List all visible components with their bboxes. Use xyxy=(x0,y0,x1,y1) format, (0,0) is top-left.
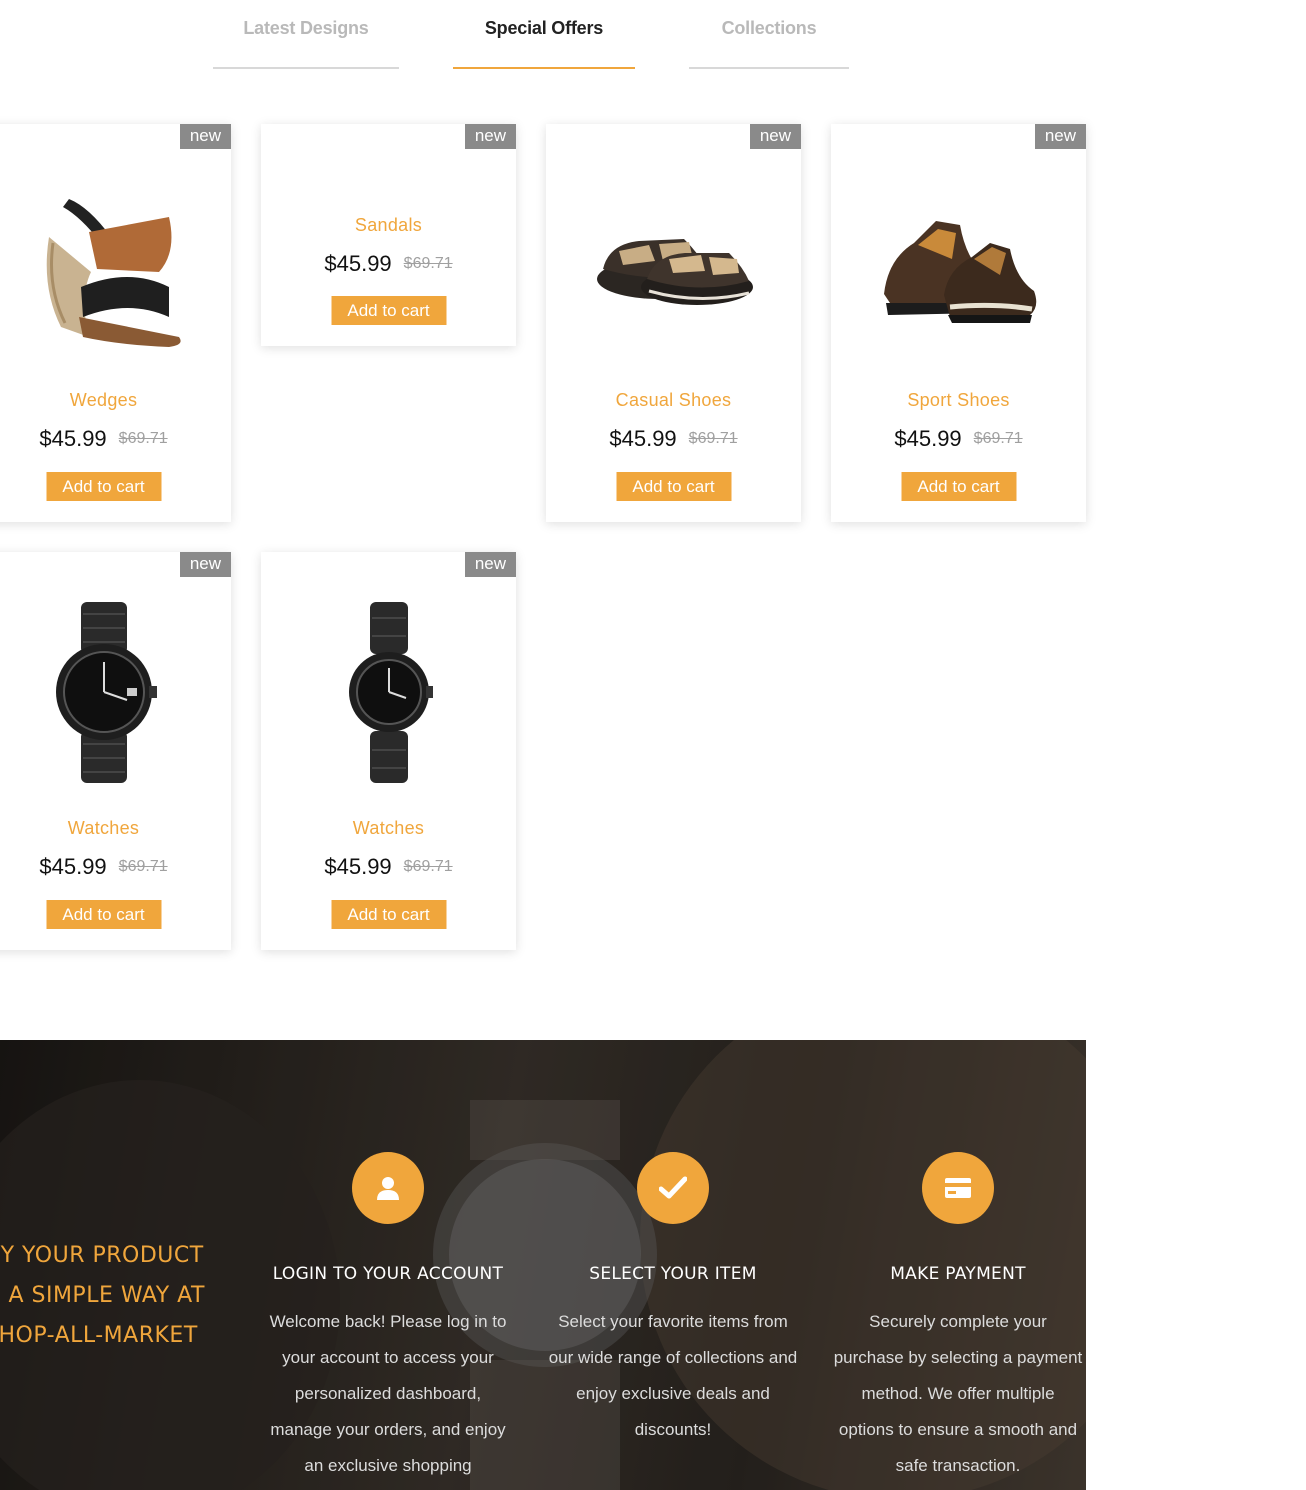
user-icon xyxy=(377,1177,399,1200)
how-it-works-banner: UY YOUR PRODUCT N A SIMPLE WAY AT SHOP-A… xyxy=(0,1040,1086,1490)
new-badge: new xyxy=(749,124,801,149)
step-title: LOGIN TO YOUR ACCOUNT xyxy=(272,1264,504,1284)
step-login: LOGIN TO YOUR ACCOUNT Welcome back! Plea… xyxy=(263,1152,513,1484)
price-row: $45.99 $69.71 xyxy=(261,854,516,880)
new-badge: new xyxy=(1034,124,1086,149)
old-price: $69.71 xyxy=(403,858,453,875)
tab-latest-designs[interactable]: Latest Designs xyxy=(213,0,399,69)
price-row: $45.99 $69.71 xyxy=(0,426,231,452)
step-icon-circle xyxy=(352,1152,424,1224)
tab-collections[interactable]: Collections xyxy=(689,0,849,69)
current-price: $45.99 xyxy=(609,426,677,451)
watch-image[interactable] xyxy=(0,592,231,792)
current-price: $45.99 xyxy=(324,854,392,879)
banner-title-line: SHOP-ALL-MARKET xyxy=(0,1323,198,1348)
old-price: $69.71 xyxy=(118,430,168,447)
price-row: $45.99 $69.71 xyxy=(261,251,516,277)
current-price: $45.99 xyxy=(39,426,107,451)
old-price: $69.71 xyxy=(118,858,168,875)
new-badge: new xyxy=(464,552,516,577)
step-description: Select your favorite items from our wide… xyxy=(548,1312,798,1439)
wedge-sandal-image[interactable] xyxy=(0,164,231,364)
check-icon xyxy=(659,1176,687,1199)
price-row: $45.99 $69.71 xyxy=(831,426,1086,452)
step-description: Welcome back! Please log in to your acco… xyxy=(269,1312,507,1475)
old-price: $69.71 xyxy=(973,430,1023,447)
current-price: $45.99 xyxy=(39,854,107,879)
step-title: MAKE PAYMENT xyxy=(890,1264,1026,1284)
product-card-sandals[interactable]: new Sandals $45.99 $69.71 Add to cart xyxy=(261,124,516,346)
current-price: $45.99 xyxy=(894,426,962,451)
product-card-casual-shoes[interactable]: new Casual Shoes $45.99 $69.71 Add to car… xyxy=(546,124,801,522)
add-to-cart-button[interactable]: Add to cart xyxy=(331,900,446,929)
product-name[interactable]: Watches xyxy=(0,818,231,839)
step-icon-circle xyxy=(637,1152,709,1224)
old-price: $69.71 xyxy=(403,255,453,272)
current-price: $45.99 xyxy=(324,251,392,276)
tab-underline xyxy=(213,67,399,69)
add-to-cart-button[interactable]: Add to cart xyxy=(46,900,161,929)
credit-card-icon xyxy=(945,1178,971,1198)
tab-label: Special Offers xyxy=(484,18,604,38)
add-to-cart-button[interactable]: Add to cart xyxy=(46,472,161,501)
tab-underline xyxy=(453,67,635,69)
add-to-cart-button[interactable]: Add to cart xyxy=(901,472,1016,501)
banner-title: UY YOUR PRODUCT N A SIMPLE WAY AT SHOP-A… xyxy=(0,1236,234,1356)
banner-title-line: UY YOUR PRODUCT xyxy=(0,1243,204,1268)
old-price: $69.71 xyxy=(688,430,738,447)
step-select-item: SELECT YOUR ITEM Select your favorite it… xyxy=(548,1152,798,1448)
product-card-wedges[interactable]: new Wedges $45.99 $69.71 Add to cart xyxy=(0,124,231,522)
step-make-payment: MAKE PAYMENT Securely complete your purc… xyxy=(833,1152,1083,1484)
product-name[interactable]: Wedges xyxy=(0,390,231,411)
product-name[interactable]: Casual Shoes xyxy=(546,390,801,411)
tab-underline xyxy=(689,67,849,69)
tab-special-offers[interactable]: Special Offers xyxy=(453,0,635,69)
new-badge: new xyxy=(179,124,231,149)
product-name[interactable]: Sandals xyxy=(261,215,516,236)
step-icon-circle xyxy=(922,1152,994,1224)
sport-shoe-image[interactable] xyxy=(831,164,1086,364)
watch-image[interactable] xyxy=(261,592,516,792)
step-title: SELECT YOUR ITEM xyxy=(589,1264,757,1284)
add-to-cart-button[interactable]: Add to cart xyxy=(331,296,446,325)
page: Latest Designs Special Offers Collection… xyxy=(0,0,1306,1490)
product-card-watches[interactable]: new Watches $45.99 $69.71 Add to cart xyxy=(261,552,516,950)
product-name[interactable]: Watches xyxy=(261,818,516,839)
casual-sandal-image[interactable] xyxy=(546,164,801,364)
banner-title-line: N A SIMPLE WAY AT xyxy=(0,1283,205,1308)
product-name[interactable]: Sport Shoes xyxy=(831,390,1086,411)
product-card-sport-shoes[interactable]: new Sport Shoes $45.99 $69.71 Add to cart xyxy=(831,124,1086,522)
price-row: $45.99 $69.71 xyxy=(0,854,231,880)
tab-label: Latest Designs xyxy=(243,18,369,38)
add-to-cart-button[interactable]: Add to cart xyxy=(616,472,731,501)
step-description: Securely complete your purchase by selec… xyxy=(833,1312,1083,1475)
price-row: $45.99 $69.71 xyxy=(546,426,801,452)
new-badge: new xyxy=(179,552,231,577)
new-badge: new xyxy=(464,124,516,149)
tab-label: Collections xyxy=(721,18,817,38)
product-card-watches[interactable]: new Watches $45.99 $69.71 Add to cart xyxy=(0,552,231,950)
